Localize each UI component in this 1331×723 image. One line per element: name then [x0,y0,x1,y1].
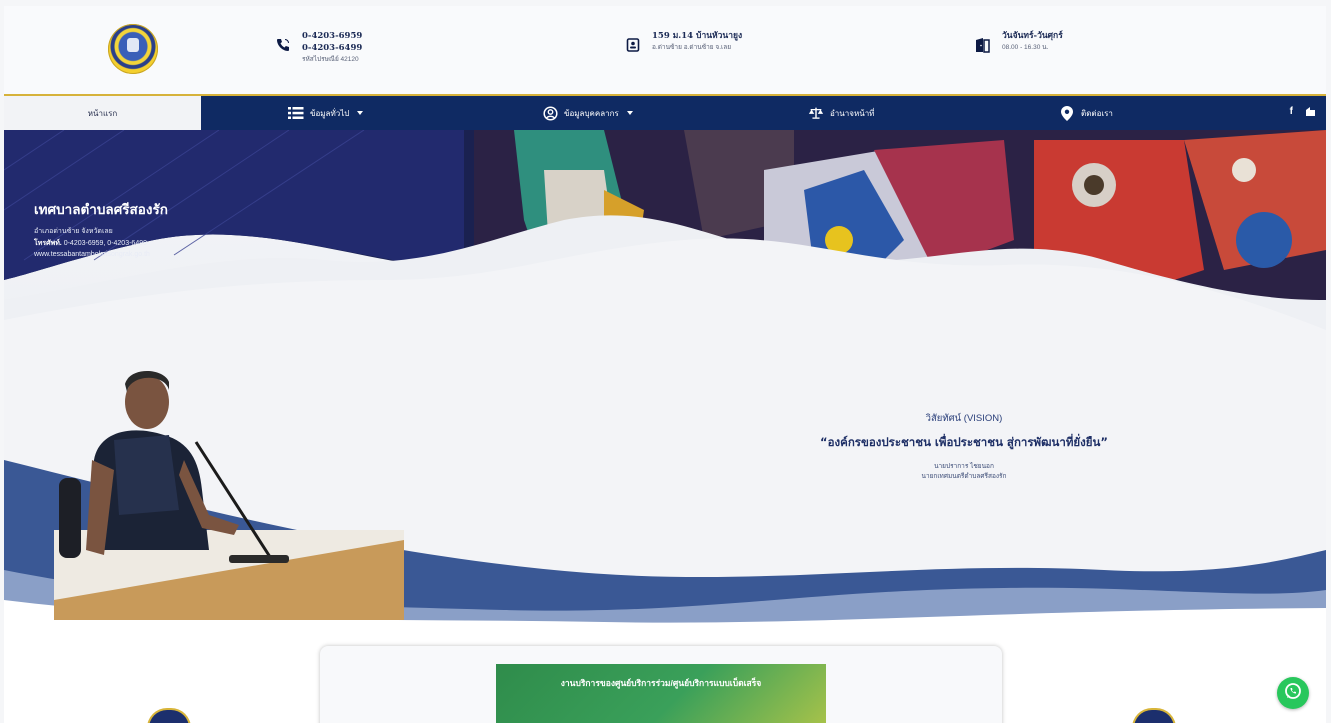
nav-contact[interactable]: ติดต่อเรา [1059,96,1113,130]
address-contact: 159 ม.14 บ้านหัวนายูง อ.ด่านซ้าย อ.ด่านซ… [624,30,742,54]
office-days: วันจันทร์-วันศุกร์ [1002,31,1063,41]
phone-value: 0-4203-6959, 0-4203-6499 [61,240,147,247]
right-seal-logo [1132,708,1176,723]
phone-icon [274,36,292,54]
address-line-1: 159 ม.14 บ้านหัวนายูง [652,31,743,41]
door-icon [974,36,992,54]
left-seal-logo [147,708,191,723]
nav-authority-label: อำนาจหน้าที่ [830,108,875,118]
phone-label: โทรศัพท์. [34,240,62,247]
youtube-icon[interactable] [1305,106,1316,119]
nav-personnel[interactable]: ข้อมูลบุคคลากร [542,96,633,130]
office-hours: 08.00 - 16.30 น. [1002,44,1049,51]
service-banner-image[interactable]: งานบริการของศูนย์บริการร่วม/ศูนย์บริการแ… [496,664,826,723]
postal-code: รหัสไปรษณีย์ 42120 [302,56,359,63]
org-name: เทศบาลตำบลศรีสองรัก [34,202,168,217]
mayor-title: นายกเทศมนตรีตำบลศรีสองรัก [921,473,1007,480]
list-icon [288,105,304,121]
user-circle-icon [542,105,558,121]
hero-background [4,130,1326,630]
map-pin-icon [1059,105,1075,121]
balance-scale-icon [808,105,824,121]
service-banner-title: งานบริการของศูนย์บริการร่วม/ศูนย์บริการแ… [560,678,762,688]
mayor-name: นายปราการ ไชยนอก [934,463,994,470]
municipality-logo[interactable] [108,24,158,74]
nav-home-label: หน้าแรก [87,108,118,118]
vision-block: วิสัยทัศน์ (VISION) “องค์กรของประชาชน เพ… [704,411,1224,482]
nav-general-label: ข้อมูลทั่วไป [310,108,350,118]
address-book-icon [624,36,642,54]
social-links: f [1290,106,1316,119]
vision-quote: “องค์กรของประชาชน เพื่อประชาชน สู่การพัฒ… [820,435,1108,449]
org-district: อำเภอด่านซ้าย จังหวัดเลย [34,228,113,235]
address-line-2: อ.ด่านซ้าย อ.ด่านซ้าย จ.เลย [652,44,732,51]
nav-authority[interactable]: อำนาจหน้าที่ [808,96,874,130]
org-phone: โทรศัพท์. 0-4203-6959, 0-4203-6499 [34,238,147,249]
org-website[interactable]: www.tessabantambolsrisongrak.go.th [34,251,150,258]
phone-contact: 0-4203-6959 0-4203-6499 รหัสไปรษณีย์ 421… [274,30,362,66]
main-nav: หน้าแรก ข้อมูลทั่วไป ข้อมูลบุคคลากร อำนา… [4,94,1326,132]
whatsapp-icon [1284,682,1302,705]
service-card: งานบริการของศูนย์บริการร่วม/ศูนย์บริการแ… [320,646,1002,723]
phone-number-1[interactable]: 0-4203-6959 [302,30,362,42]
phone-number-2[interactable]: 0-4203-6499 [302,42,362,54]
nav-personnel-label: ข้อมูลบุคคลากร [564,108,619,118]
nav-contact-label: ติดต่อเรา [1081,108,1113,118]
hero-banner: เทศบาลตำบลศรีสองรัก อำเภอด่านซ้าย จังหวั… [4,130,1326,630]
services-section: งานบริการของศูนย์บริการร่วม/ศูนย์บริการแ… [4,630,1326,723]
top-header: 0-4203-6959 0-4203-6499 รหัสไปรษณีย์ 421… [4,6,1326,94]
nav-general-info[interactable]: ข้อมูลทั่วไป [288,96,364,130]
nav-home[interactable]: หน้าแรก [4,96,201,130]
facebook-icon[interactable]: f [1290,106,1293,119]
chevron-down-icon [626,111,633,115]
whatsapp-chat-button[interactable] [1277,677,1309,709]
chevron-down-icon [357,111,364,115]
vision-label: วิสัยทัศน์ (VISION) [925,413,1003,424]
hours-contact: วันจันทร์-วันศุกร์ 08.00 - 16.30 น. [974,30,1063,54]
page: 0-4203-6959 0-4203-6499 รหัสไปรษณีย์ 421… [4,6,1326,723]
